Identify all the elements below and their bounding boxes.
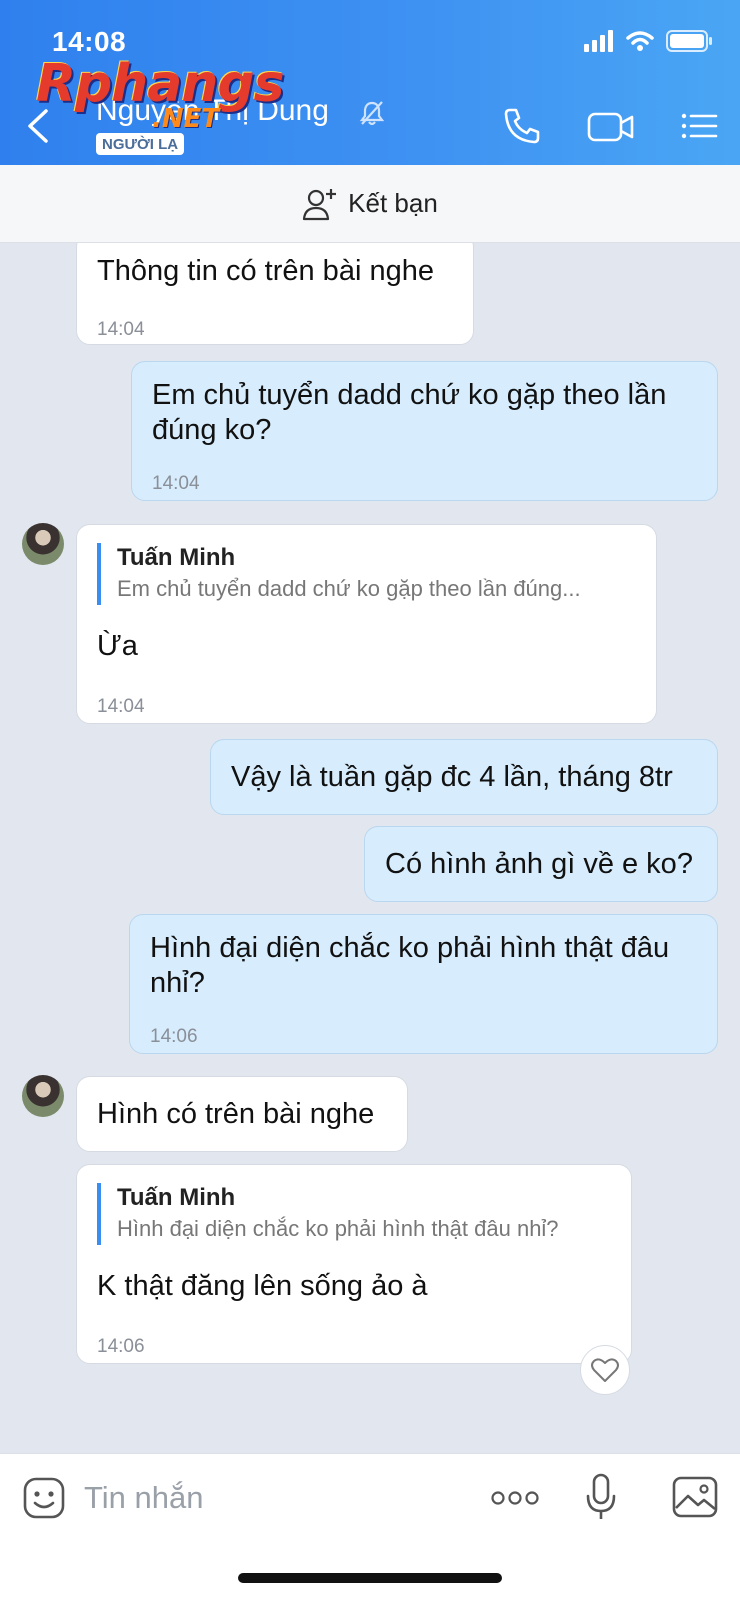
message-time: 14:04: [97, 319, 145, 340]
mute-bell-icon: [359, 101, 385, 126]
quote-author: Tuấn Minh: [117, 1184, 236, 1211]
message-text: Có hình ảnh gì về e ko?: [385, 848, 693, 880]
avatar[interactable]: [22, 1075, 64, 1117]
avatar[interactable]: [22, 523, 64, 565]
message-list[interactable]: Thông tin có trên bài nghe 14:04 Em chủ …: [0, 243, 740, 1453]
message-text: Hình có trên bài nghe: [97, 1098, 375, 1130]
add-friend-label: Kết bạn: [348, 188, 438, 218]
status-time: 14:08: [52, 26, 127, 57]
message-text: Thông tin có trên bài nghe: [97, 255, 434, 287]
message-bubble[interactable]: Vậy là tuần gặp đc 4 lần, tháng 8tr: [210, 739, 718, 815]
microphone-icon[interactable]: [585, 1472, 617, 1522]
message-time: 14:04: [97, 696, 145, 717]
message-bubble[interactable]: Hình có trên bài nghe: [76, 1076, 408, 1152]
react-heart-button[interactable]: [580, 1345, 630, 1395]
message-text: Hình đại diện chắc ko phải hình thật đâu…: [150, 932, 670, 999]
message-bubble[interactable]: Có hình ảnh gì về e ko?: [364, 826, 718, 902]
more-options-icon[interactable]: [490, 1486, 540, 1510]
wifi-icon: [626, 31, 654, 51]
message-text: Ừa: [97, 630, 138, 662]
stranger-badge: NGƯỜI LẠ: [96, 133, 185, 155]
phone-icon[interactable]: [500, 104, 544, 148]
chat-header: 14:08 Nguyễn Thị Dung NGƯỜI LẠ Rphangs .…: [0, 0, 740, 165]
quote-text: Hình đại diện chắc ko phải hình thật đâu…: [117, 1216, 559, 1241]
heart-icon: [591, 1358, 619, 1382]
message-bubble[interactable]: Thông tin có trên bài nghe 14:04: [76, 243, 474, 345]
menu-list-icon[interactable]: [680, 104, 720, 148]
image-gallery-icon[interactable]: [672, 1476, 718, 1518]
message-time: 14:06: [97, 1336, 145, 1357]
message-text: Vậy là tuần gặp đc 4 lần, tháng 8tr: [231, 761, 673, 793]
quote-text: Em chủ tuyển dadd chứ ko gặp theo lần đú…: [117, 576, 581, 601]
battery-icon: [666, 30, 712, 52]
message-bubble[interactable]: Hình đại diện chắc ko phải hình thật đâu…: [129, 914, 718, 1054]
message-time: 14:06: [150, 1026, 198, 1047]
reply-quote[interactable]: Tuấn Minh Em chủ tuyển dadd chứ ko gặp t…: [97, 543, 636, 605]
back-icon[interactable]: [22, 105, 56, 147]
signal-icon: [584, 30, 613, 52]
add-friend-icon: [303, 188, 337, 220]
message-bubble[interactable]: Tuấn Minh Hình đại diện chắc ko phải hìn…: [76, 1164, 632, 1364]
message-input[interactable]: [84, 1476, 464, 1520]
status-icons: [584, 30, 712, 52]
quote-author: Tuấn Minh: [117, 544, 236, 571]
message-text: K thật đăng lên sống ảo à: [97, 1270, 428, 1302]
video-call-icon[interactable]: [586, 104, 636, 148]
add-friend-button[interactable]: Kết bạn: [0, 165, 740, 243]
message-bubble[interactable]: Em chủ tuyển dadd chứ ko gặp theo lần đú…: [131, 361, 718, 501]
message-bubble[interactable]: Tuấn Minh Em chủ tuyển dadd chứ ko gặp t…: [76, 524, 657, 724]
sticker-emoji-icon[interactable]: [22, 1476, 66, 1520]
home-indicator: [238, 1573, 502, 1583]
message-text: Em chủ tuyển dadd chứ ko gặp theo lần đú…: [152, 379, 667, 446]
message-time: 14:04: [152, 473, 200, 494]
contact-name[interactable]: Nguyễn Thị Dung: [96, 94, 329, 128]
reply-quote[interactable]: Tuấn Minh Hình đại diện chắc ko phải hìn…: [97, 1183, 611, 1245]
